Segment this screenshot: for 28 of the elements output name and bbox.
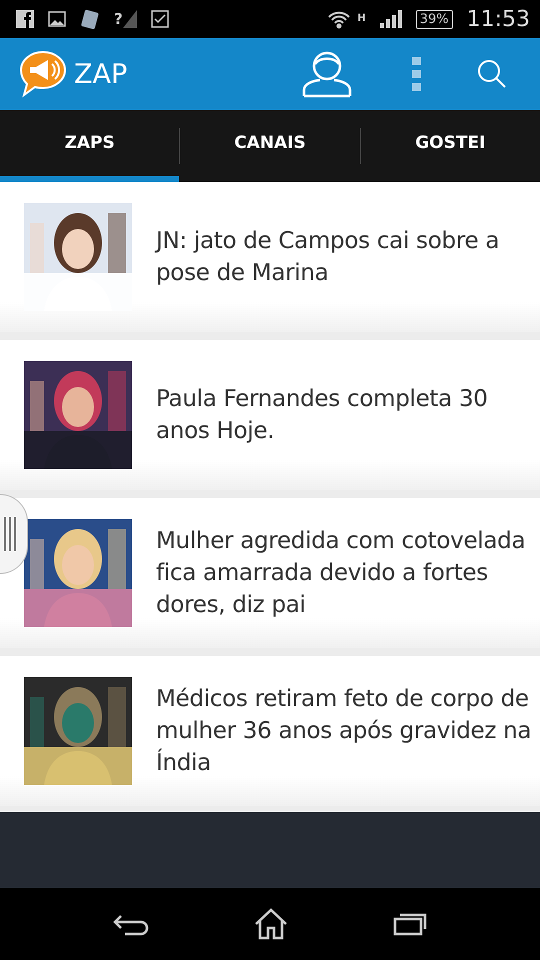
home-icon[interactable] [254, 908, 288, 940]
app-title: ZAP [74, 58, 128, 90]
news-card[interactable]: Paula Fernandes completa 30 anos Hoje. [0, 340, 540, 490]
news-card[interactable]: Mulher agredida com cotovelada fica amarrada devido a fortes dores, diz pai [0, 498, 540, 648]
battery-indicator: 39% [416, 10, 453, 28]
headline: JN: jato de Campos cai sobre a pose de Marina [156, 227, 500, 288]
news-card[interactable]: Médicos retiram feto de corpo de mulher 36 anos após gravidez na Índia [0, 656, 540, 806]
signal-unknown-mark: ? [114, 10, 123, 28]
headline: Paula Fernandes completa 30 anos Hoje. [156, 385, 489, 446]
image-icon [48, 11, 66, 27]
card-icon [80, 9, 100, 29]
recent-apps-icon[interactable] [393, 912, 428, 936]
clock: 11:53 [466, 6, 530, 32]
tab[interactable]: GOSTEI [360, 110, 540, 182]
signal-icon [380, 10, 402, 28]
network-type: H [357, 12, 366, 24]
signal-icon [122, 10, 137, 28]
back-icon[interactable] [112, 912, 149, 936]
headline: Médicos retiram feto de corpo de mulher 36 anos após gravidez na Índia [156, 685, 532, 778]
checkbox-icon [150, 10, 169, 28]
facebook-icon [16, 10, 34, 28]
news-card[interactable]: JN: jato de Campos cai sobre a pose de Marina [0, 182, 540, 332]
wifi-icon [327, 9, 352, 29]
headline: Mulher agredida com cotovelada fica amarrada devido a fortes dores, diz pai [156, 527, 526, 620]
tab[interactable]: CANAIS [180, 110, 360, 182]
megaphone-logo-icon [18, 50, 68, 98]
search-icon[interactable] [477, 59, 507, 89]
profile-icon[interactable] [302, 50, 352, 98]
